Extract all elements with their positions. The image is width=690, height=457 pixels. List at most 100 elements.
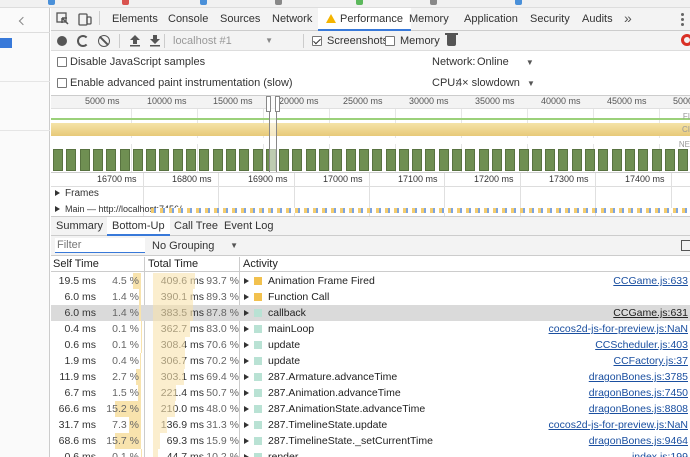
recording-select[interactable]: localhost #1 ▼ [173, 34, 273, 48]
table-row[interactable]: 1.9 ms0.4 %306.7 ms70.2 %updateCCFactory… [51, 353, 690, 369]
frames-track-header[interactable]: Frames [51, 188, 99, 202]
source-link[interactable]: index.js:199 [632, 449, 688, 457]
tab-performance[interactable]: Performance [318, 8, 411, 31]
self-time-percent-label: 0.1 % [112, 339, 139, 351]
table-row[interactable]: 68.6 ms 15.7 % 69.3 ms 15.9 % 287.TimelineSt… [51, 433, 690, 449]
trash-icon[interactable] [445, 33, 458, 46]
bookmark-item[interactable] [356, 0, 365, 6]
table-row[interactable]: 11.9 ms2.7 %303.1 ms69.4 %287.Armature.a… [51, 369, 690, 385]
toggle-sidebar-icon[interactable] [681, 240, 690, 251]
screenshot-thumbnail [664, 149, 675, 171]
screenshot-thumbnail [438, 149, 449, 171]
tab-network[interactable]: Network [264, 8, 320, 31]
clear-button[interactable] [98, 35, 110, 47]
expand-triangle-icon[interactable] [244, 406, 249, 412]
tab-summary[interactable]: Summary [51, 217, 108, 236]
bookmark-item[interactable] [200, 0, 209, 6]
bookmark-item[interactable] [430, 0, 439, 6]
memory-checkbox[interactable] [385, 36, 395, 46]
total-time-percent-label: 89.3 % [206, 291, 239, 303]
disable-js-samples-checkbox[interactable] [57, 57, 67, 67]
tab-call-tree[interactable]: Call Tree [169, 217, 223, 236]
inspect-element-icon[interactable] [56, 12, 70, 26]
upload-icon[interactable] [129, 34, 141, 47]
source-link[interactable]: dragonBones.js:9464 [589, 433, 688, 449]
expand-triangle-icon[interactable] [244, 278, 249, 284]
selection-handle-right[interactable] [275, 96, 280, 112]
expand-triangle-icon[interactable] [244, 390, 249, 396]
source-link[interactable]: dragonBones.js:8808 [589, 401, 688, 417]
tab-memory[interactable]: Memory [401, 8, 457, 31]
expand-triangle-icon[interactable] [244, 422, 249, 428]
table-row[interactable]: 66.6 ms 15.2 % 210.0 ms 48.0 % 287.Animation… [51, 401, 690, 417]
activity-header[interactable]: Activity [243, 257, 278, 272]
table-row[interactable]: 19.5 ms4.5 %409.6 ms93.7 %Animation Fram… [51, 273, 690, 289]
tab-sources[interactable]: Sources [212, 8, 268, 31]
source-link[interactable]: cocos2d-js-for-preview.js:NaN [549, 417, 688, 433]
expand-triangle-icon[interactable] [244, 326, 249, 332]
page-nav-button[interactable] [0, 11, 50, 33]
expand-triangle-icon[interactable] [244, 294, 249, 300]
expand-triangle-icon[interactable] [244, 310, 249, 316]
flame-tick: 17300 ms [549, 174, 589, 184]
filter-input[interactable] [55, 238, 145, 253]
table-row[interactable]: 0.6 ms 0.1 % 44.7 ms 10.2 % render index.js:1… [51, 449, 690, 457]
table-row[interactable]: 6.0 ms1.4 %383.5 ms87.8 %callbackCCGame.… [51, 305, 690, 321]
source-link[interactable]: dragonBones.js:7450 [589, 385, 688, 401]
source-link[interactable]: CCFactory.js:37 [614, 353, 689, 369]
table-row[interactable]: 6.7 ms 1.5 % 221.4 ms 50.7 % 287.Animation.a… [51, 385, 690, 401]
selection-handle-left[interactable] [266, 96, 271, 112]
source-link[interactable]: dragonBones.js:3785 [589, 369, 688, 385]
flame-tick: 17400 ms [625, 174, 665, 184]
expand-triangle-icon[interactable] [244, 438, 249, 444]
total-time-percent-label: 10.2 % [206, 451, 239, 457]
download-icon[interactable] [149, 34, 161, 47]
timeline-overview[interactable]: 5000 ms 10000 ms 15000 ms 20000 ms 25000… [51, 96, 690, 173]
self-time-bar [138, 289, 141, 305]
tab-security[interactable]: Security [522, 8, 578, 31]
bookmark-item[interactable] [515, 0, 524, 6]
more-tabs-button[interactable]: » [624, 10, 632, 26]
tab-application[interactable]: Application [456, 8, 526, 31]
overview-selection[interactable] [266, 96, 280, 172]
advanced-paint-checkbox[interactable] [57, 78, 67, 88]
source-link[interactable]: CCGame.js:633 [613, 273, 688, 289]
table-row[interactable]: 0.4 ms0.1 %362.7 ms83.0 %mainLoopcocos2d… [51, 321, 690, 337]
screenshot-thumbnail [651, 149, 662, 171]
table-row[interactable]: 6.0 ms1.4 %390.1 ms89.3 %Function Call [51, 289, 690, 305]
source-link[interactable]: CCGame.js:631 [613, 305, 688, 321]
expand-triangle-icon[interactable] [244, 342, 249, 348]
grouping-select[interactable]: No Grouping ▼ [152, 239, 238, 253]
source-link[interactable]: cocos2d-js-for-preview.js:NaN [549, 321, 688, 337]
table-row[interactable]: 0.6 ms0.1 %308.4 ms70.6 %updateCCSchedul… [51, 337, 690, 353]
tab-console[interactable]: Console [160, 8, 216, 31]
network-throttle-select[interactable]: Online ▼ [477, 55, 534, 70]
flame-chart[interactable]: 16700 ms 16800 ms 16900 ms 17000 ms 1710… [51, 173, 690, 217]
tab-audits[interactable]: Audits [574, 8, 621, 31]
table-row[interactable]: 31.7 ms 7.3 % 136.9 ms 31.3 % 287.TimelineSt… [51, 417, 690, 433]
bookmark-item[interactable] [275, 0, 284, 6]
expand-triangle-icon[interactable] [244, 374, 249, 380]
reload-record-button[interactable] [77, 35, 89, 47]
tab-elements[interactable]: Elements [104, 8, 166, 31]
page-viewport [0, 8, 50, 457]
source-link[interactable]: CCScheduler.js:403 [595, 337, 688, 353]
expand-triangle-icon[interactable] [244, 358, 249, 364]
overview-tick: 30000 ms [409, 96, 449, 106]
screenshots-checkbox[interactable] [312, 36, 322, 46]
tab-bottom-up[interactable]: Bottom-Up [107, 217, 170, 236]
total-time-header[interactable]: Total Time [148, 257, 198, 272]
activity-name: Function Call [268, 291, 330, 303]
bookmark-item[interactable] [48, 0, 57, 6]
activity-name: update [268, 355, 301, 367]
self-time-header[interactable]: Self Time [53, 257, 99, 272]
cpu-throttle-select[interactable]: 4× slowdown ▼ [456, 76, 535, 91]
total-time-bar [153, 433, 161, 449]
settings-gear-icon[interactable] [681, 34, 690, 46]
tab-event-log[interactable]: Event Log [219, 217, 279, 236]
record-button[interactable] [57, 36, 67, 46]
kebab-menu-icon[interactable] [681, 13, 684, 26]
device-toolbar-icon[interactable] [78, 12, 92, 26]
self-time-percent: 15.7 % [99, 433, 141, 449]
bookmark-item[interactable] [122, 0, 131, 6]
